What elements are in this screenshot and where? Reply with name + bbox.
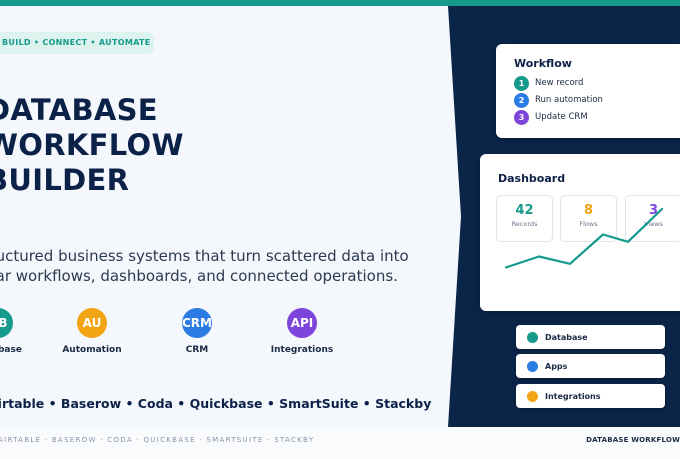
automation-icon: AU	[77, 308, 107, 338]
legend-label: Apps	[545, 361, 568, 371]
title-line: BUILDER	[0, 163, 130, 197]
feature-crm: CRM CRM	[142, 308, 252, 355]
title-line: DATABASE	[0, 93, 158, 127]
step-number: 2	[514, 92, 529, 108]
feature-integrations: API Integrations	[247, 308, 357, 355]
legend-label: Database	[545, 332, 588, 342]
workflow-title: Workflow	[514, 57, 572, 70]
trend-chart	[504, 207, 664, 269]
description-line: clear workflows, dashboards, and connect…	[0, 267, 398, 285]
workflow-step: 2 Run automation	[514, 92, 603, 108]
apps-dot-icon	[527, 360, 538, 372]
legend-item-database: Database	[516, 325, 665, 349]
legend-label: Integrations	[545, 391, 601, 401]
workflow-card: Workflow 1 New record 2 Run automation 3…	[496, 44, 680, 138]
database-icon: DB	[0, 308, 13, 338]
dashboard-card: Dashboard 42 Records 8 Flows 3 Views	[480, 154, 680, 311]
step-label: Run automation	[535, 95, 603, 105]
legend-item-integrations: Integrations	[516, 384, 665, 408]
feature-label: CRM	[185, 345, 209, 355]
step-number: 3	[514, 109, 529, 125]
trend-line	[504, 207, 664, 269]
page-title: DATABASE WORKFLOW BUILDER	[0, 93, 184, 198]
footer-bar: AIRTABLE · BASEROW · CODA · QUICKBASE · …	[0, 427, 680, 459]
description: Structured business systems that turn sc…	[0, 246, 409, 286]
crm-icon: CRM	[182, 308, 212, 338]
integrations-dot-icon	[527, 390, 538, 402]
platform-list: Airtable • Baserow • Coda • Quickbase • …	[0, 396, 432, 411]
feature-label: Automation	[62, 345, 122, 355]
legend-item-apps: Apps	[516, 354, 665, 378]
title-line: WORKFLOW	[0, 128, 184, 162]
footer-brand: DATABASE WORKFLOW	[586, 436, 680, 444]
step-label: Update CRM	[535, 112, 588, 122]
database-dot-icon	[527, 331, 538, 343]
workflow-step: 3 Update CRM	[514, 109, 588, 125]
description-line: Structured business systems that turn sc…	[0, 247, 409, 265]
feature-automation: AU Automation	[37, 308, 147, 355]
feature-label: Integrations	[270, 345, 334, 355]
tagline-badge: BUILD • CONNECT • AUTOMATE	[0, 32, 154, 54]
footer-platform-list: AIRTABLE · BASEROW · CODA · QUICKBASE · …	[0, 436, 315, 444]
integrations-icon: API	[287, 308, 317, 338]
workflow-step: 1 New record	[514, 75, 583, 91]
step-label: New record	[535, 78, 584, 88]
step-number: 1	[514, 75, 529, 91]
